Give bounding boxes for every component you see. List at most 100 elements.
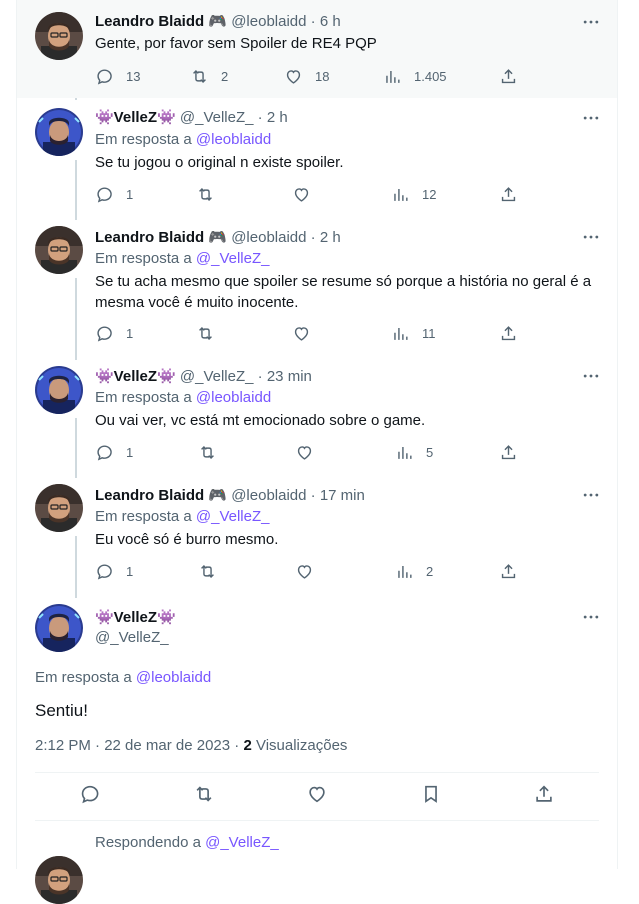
author-name[interactable]: Leandro Blaidd 🎮: [95, 229, 227, 246]
reply-button[interactable]: 1: [95, 561, 133, 581]
share-button[interactable]: [533, 784, 555, 804]
retweet-button[interactable]: [193, 784, 215, 804]
reply-button[interactable]: 13: [95, 66, 140, 86]
more-icon[interactable]: [581, 366, 601, 386]
retweet-button[interactable]: [198, 561, 217, 581]
author-handle[interactable]: @leoblaidd: [231, 13, 306, 30]
reply-to-link[interactable]: @leoblaidd: [196, 389, 271, 406]
views-button[interactable]: 12: [391, 184, 436, 204]
compose-avatar: [35, 856, 83, 904]
tweet[interactable]: 👾VelleZ👾 @_VelleZ_ · 23 min Em resposta …: [17, 356, 617, 474]
author-handle[interactable]: @_VelleZ_: [95, 629, 169, 646]
tweet-text: Se tu jogou o original n existe spoiler.: [95, 154, 344, 171]
bookmark-button[interactable]: [420, 784, 442, 804]
views-button[interactable]: 2: [395, 561, 433, 581]
retweet-icon: [190, 67, 209, 86]
timeline-column: Leandro Blaidd 🎮 @leoblaidd · 6 h Gente,…: [16, 0, 618, 869]
tweet[interactable]: Leandro Blaidd 🎮 @leoblaidd · 6 h Gente,…: [17, 0, 617, 98]
tweet-timestamp[interactable]: 2:12 PM · 22 de mar de 2023 ·: [35, 737, 243, 754]
share-icon: [499, 185, 518, 204]
avatar[interactable]: [35, 604, 83, 652]
more-icon[interactable]: [581, 607, 601, 627]
share-icon: [499, 324, 518, 343]
avatar[interactable]: [35, 484, 83, 532]
author-handle[interactable]: @_VelleZ_: [180, 368, 254, 385]
tweet-time[interactable]: 17 min: [320, 487, 365, 504]
share-icon: [499, 562, 518, 581]
reply-button[interactable]: 1: [95, 184, 133, 204]
tweet-time[interactable]: 2 h: [320, 229, 341, 246]
reply-button[interactable]: [79, 784, 101, 804]
author-handle[interactable]: @leoblaidd: [231, 487, 306, 504]
divider: [35, 820, 599, 821]
tweet-time[interactable]: 6 h: [320, 13, 341, 30]
author-name[interactable]: 👾VelleZ👾: [95, 109, 176, 126]
share-icon: [533, 783, 555, 805]
like-button[interactable]: [292, 184, 311, 204]
divider: [35, 772, 599, 773]
views-icon: [391, 324, 410, 343]
reply-button[interactable]: 1: [95, 442, 133, 462]
tweet-time[interactable]: 23 min: [267, 368, 312, 385]
avatar[interactable]: [35, 366, 83, 414]
views-button[interactable]: 1.405: [383, 66, 447, 86]
views-button[interactable]: 11: [391, 323, 436, 343]
reply-button[interactable]: 1: [95, 323, 133, 343]
share-button[interactable]: [499, 184, 518, 204]
like-button[interactable]: 18: [284, 66, 329, 86]
author-name[interactable]: Leandro Blaidd 🎮: [95, 487, 227, 504]
reply-to-link[interactable]: @_VelleZ_: [196, 250, 270, 267]
retweet-button[interactable]: [198, 442, 217, 462]
like-icon: [295, 443, 314, 462]
author-name[interactable]: Leandro Blaidd 🎮: [95, 13, 227, 30]
retweet-icon: [193, 783, 215, 805]
reply-prefix: Em resposta a: [35, 669, 132, 686]
tweet[interactable]: 👾VelleZ👾 @_VelleZ_ · 2 h Em resposta a @…: [17, 98, 617, 216]
author-handle[interactable]: @_VelleZ_: [180, 109, 254, 126]
reply-to-link[interactable]: @leoblaidd: [196, 131, 271, 148]
more-icon[interactable]: [581, 227, 601, 247]
retweet-button[interactable]: [196, 184, 215, 204]
more-icon[interactable]: [581, 485, 601, 505]
like-icon: [295, 562, 314, 581]
share-button[interactable]: [499, 561, 518, 581]
tweet[interactable]: Leandro Blaidd 🎮 @leoblaidd · 2 h Em res…: [17, 216, 617, 356]
avatar[interactable]: [35, 226, 83, 274]
more-icon[interactable]: [581, 12, 601, 32]
reply-prefix: Em resposta a: [95, 508, 192, 525]
like-icon: [306, 783, 328, 805]
reply-prefix: Em resposta a: [95, 389, 192, 406]
retweet-button[interactable]: [196, 323, 215, 343]
share-button[interactable]: [499, 66, 518, 86]
reply-icon: [79, 783, 101, 805]
author-name[interactable]: 👾VelleZ👾: [95, 609, 176, 626]
more-icon[interactable]: [581, 108, 601, 128]
reply-icon: [95, 324, 114, 343]
share-button[interactable]: [499, 323, 518, 343]
author-name[interactable]: 👾VelleZ👾: [95, 368, 176, 385]
views-button[interactable]: 5: [395, 442, 433, 462]
reply-to-link[interactable]: @_VelleZ_: [196, 508, 270, 525]
reply-to-link[interactable]: @leoblaidd: [136, 669, 211, 686]
replying-to-link[interactable]: @_VelleZ_: [205, 834, 279, 851]
tweet-time[interactable]: 2 h: [267, 109, 288, 126]
tweet[interactable]: Leandro Blaidd 🎮 @leoblaidd · 17 min Em …: [17, 474, 617, 594]
tweet-text: Gente, por favor sem Spoiler de RE4 PQP: [95, 35, 377, 52]
like-button[interactable]: [292, 323, 311, 343]
retweet-button[interactable]: 2: [190, 66, 228, 86]
like-icon: [292, 185, 311, 204]
author-handle[interactable]: @leoblaidd: [231, 229, 306, 246]
reply-icon: [95, 562, 114, 581]
avatar[interactable]: [35, 12, 83, 60]
like-button[interactable]: [306, 784, 328, 804]
views-icon: [395, 562, 414, 581]
avatar[interactable]: [35, 108, 83, 156]
like-icon: [284, 67, 303, 86]
tweet-text: Eu você só é burro mesmo.: [95, 531, 279, 548]
like-button[interactable]: [295, 442, 314, 462]
like-button[interactable]: [295, 561, 314, 581]
retweet-icon: [196, 185, 215, 204]
tweet-text: Sentiu!: [35, 701, 88, 720]
share-button[interactable]: [499, 442, 518, 462]
share-icon: [499, 443, 518, 462]
